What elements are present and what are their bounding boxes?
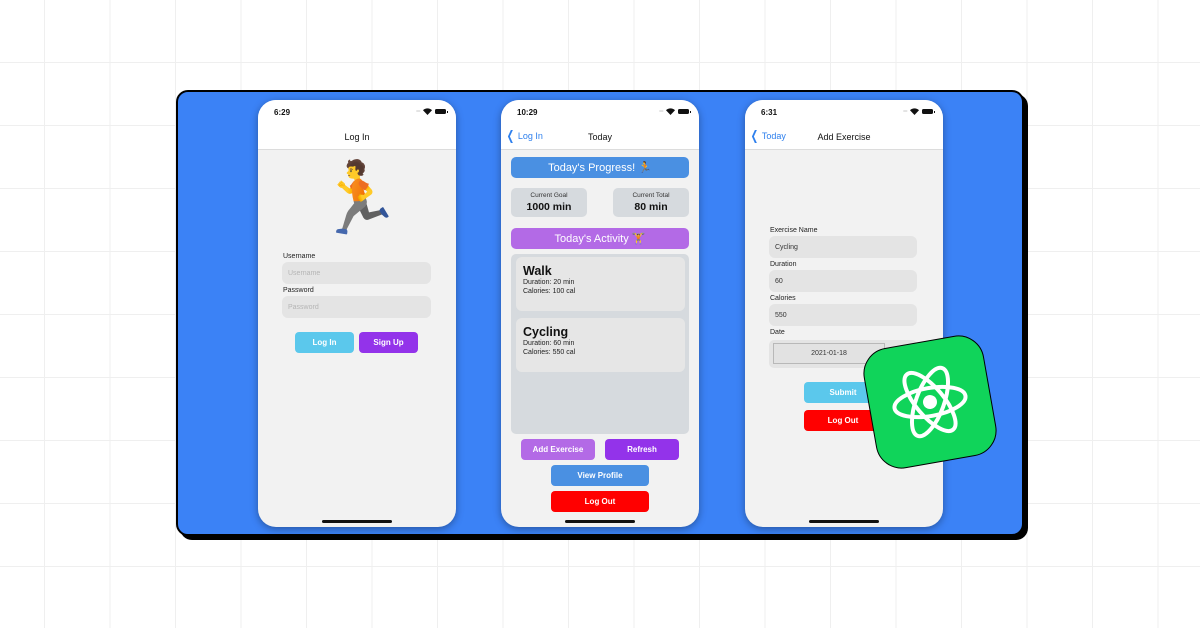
signal-icon: ···· — [659, 108, 664, 115]
activity-calories: Calories: 550 cal — [523, 349, 576, 356]
activity-name: Cycling — [523, 325, 569, 339]
activity-banner: Today's Activity 🏋️ — [511, 228, 689, 249]
status-bar: 10:29 ···· — [501, 100, 699, 124]
current-total-card: Current Total 80 min — [613, 188, 689, 217]
current-total-label: Current Total — [632, 192, 670, 199]
nav-title: Log In — [344, 132, 370, 142]
nav-bar: Today ❮ Log In — [501, 124, 699, 150]
status-bar: 6:29 ···· — [258, 100, 456, 124]
login-button[interactable]: Log In — [295, 332, 354, 353]
activity-duration: Duration: 60 min — [523, 340, 575, 347]
progress-banner: Today's Progress! 🏃 — [511, 157, 689, 178]
activity-name: Walk — [523, 264, 552, 278]
username-label: Username — [283, 253, 316, 260]
react-atom-icon — [892, 365, 968, 439]
duration-input[interactable]: 60 — [769, 270, 917, 292]
status-bar: 6:31 ···· — [745, 100, 943, 124]
exercise-name-input[interactable]: Cycling — [769, 236, 917, 258]
duration-label: Duration — [770, 261, 797, 268]
status-time: 10:29 — [517, 108, 538, 117]
status-time: 6:29 — [274, 108, 291, 117]
nav-bar: Log In — [258, 124, 456, 150]
calories-label: Calories — [770, 295, 796, 302]
nav-bar: Add Exercise ❮ Today — [745, 124, 943, 150]
current-goal-label: Current Goal — [530, 192, 568, 199]
current-total-value: 80 min — [634, 201, 668, 213]
current-goal-value: 1000 min — [526, 201, 572, 213]
phone-login-screen: 6:29 ···· Log In 🏃 Username Username Pas… — [258, 100, 456, 527]
battery-icon — [678, 109, 691, 114]
react-badge — [859, 331, 1001, 473]
chevron-left-icon: ❮ — [750, 128, 759, 143]
home-indicator — [565, 520, 635, 523]
current-goal-card: Current Goal 1000 min — [511, 188, 587, 217]
exercise-name-label: Exercise Name — [770, 227, 818, 234]
wifi-icon — [666, 108, 675, 115]
username-input[interactable]: Username — [282, 262, 431, 284]
activity-list[interactable]: Walk Duration: 20 min Calories: 100 cal … — [511, 254, 689, 434]
battery-icon — [922, 109, 935, 114]
status-time: 6:31 — [761, 108, 778, 117]
password-input[interactable]: Password — [282, 296, 431, 318]
password-label: Password — [283, 287, 314, 294]
back-button[interactable]: ❮ Today — [749, 128, 786, 143]
home-indicator — [322, 520, 392, 523]
activity-calories: Calories: 100 cal — [523, 288, 576, 295]
signup-button[interactable]: Sign Up — [359, 332, 418, 353]
view-profile-button[interactable]: View Profile — [551, 465, 649, 486]
back-label: Log In — [517, 131, 543, 141]
phone-today-screen: 10:29 ···· Today ❮ Log In Today's Progre… — [501, 100, 699, 527]
battery-icon — [435, 109, 448, 114]
runner-emoji-icon: 🏃 — [315, 159, 403, 237]
signal-icon: ···· — [903, 108, 908, 115]
signal-icon: ···· — [416, 108, 421, 115]
calories-input[interactable]: 550 — [769, 304, 917, 326]
activity-card[interactable]: Cycling Duration: 60 min Calories: 550 c… — [516, 318, 685, 372]
refresh-button[interactable]: Refresh — [605, 439, 679, 460]
wifi-icon — [423, 108, 432, 115]
activity-card[interactable]: Walk Duration: 20 min Calories: 100 cal — [516, 257, 685, 311]
home-indicator — [809, 520, 879, 523]
logout-button[interactable]: Log Out — [551, 491, 649, 512]
back-button[interactable]: ❮ Log In — [505, 128, 543, 143]
back-label: Today — [761, 131, 786, 141]
chevron-left-icon: ❮ — [506, 128, 515, 143]
add-exercise-button[interactable]: Add Exercise — [521, 439, 595, 460]
date-label: Date — [770, 329, 785, 336]
wifi-icon — [910, 108, 919, 115]
activity-duration: Duration: 20 min — [523, 279, 575, 286]
